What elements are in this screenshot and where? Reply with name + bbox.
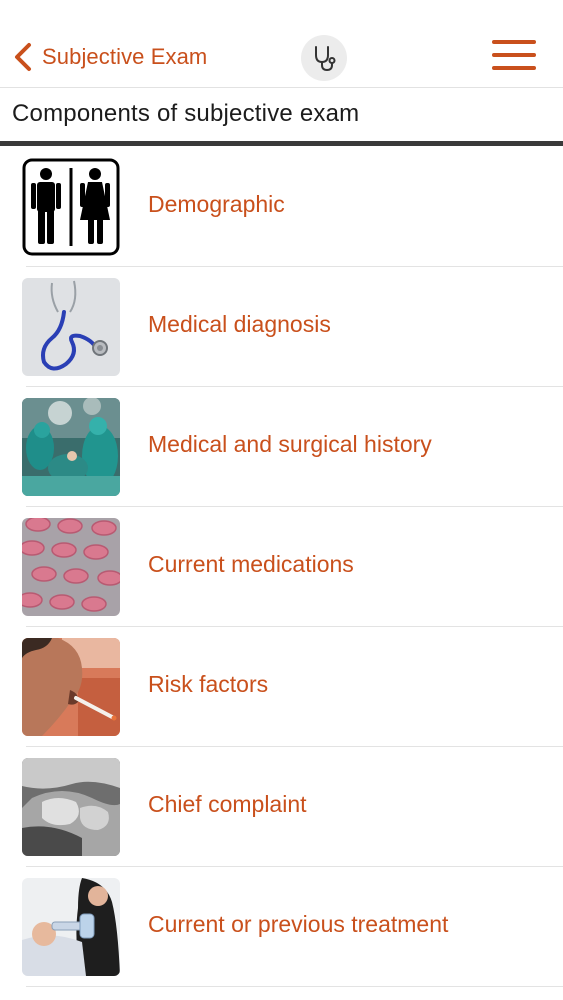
list-item-label: Current medications [148, 551, 354, 577]
components-list: Demographic Medical diagnosis Medical an… [0, 147, 563, 987]
list-item-label: Risk factors [148, 671, 269, 697]
inhaler-treatment-photo [22, 878, 120, 976]
list-item-label: Demographic [148, 191, 285, 217]
smoking-photo [22, 638, 120, 736]
section-title: Components of subjective exam [12, 100, 360, 127]
stethoscope-photo [22, 278, 120, 376]
list-item-label: Chief complaint [148, 791, 307, 817]
pills-photo [22, 518, 120, 616]
list-item-medical-surgical-history[interactable]: Medical and surgical history [0, 387, 563, 507]
list-item-medical-diagnosis[interactable]: Medical diagnosis [0, 267, 563, 387]
list-item-current-previous-treatment[interactable]: Current or previous treatment [0, 867, 563, 987]
chevron-left-icon [15, 43, 31, 71]
navigation-bar: Subjective Exam [0, 0, 563, 88]
restroom-sign-icon [22, 158, 120, 256]
list-item-label: Medical and surgical history [148, 431, 432, 457]
back-button-label: Subjective Exam [42, 44, 208, 69]
chest-pain-photo [22, 758, 120, 856]
list-item-label: Medical diagnosis [148, 311, 331, 337]
surgery-photo [22, 398, 120, 496]
back-button[interactable]: Subjective Exam [12, 40, 207, 74]
list-item-chief-complaint[interactable]: Chief complaint [0, 747, 563, 867]
list-item-risk-factors[interactable]: Risk factors [0, 627, 563, 747]
list-item-current-medications[interactable]: Current medications [0, 507, 563, 627]
list-item-demographic[interactable]: Demographic [0, 147, 563, 267]
section-divider [0, 141, 563, 146]
stethoscope-icon [301, 35, 347, 81]
hamburger-menu-icon[interactable] [492, 40, 536, 70]
list-item-label: Current or previous treatment [148, 911, 449, 937]
